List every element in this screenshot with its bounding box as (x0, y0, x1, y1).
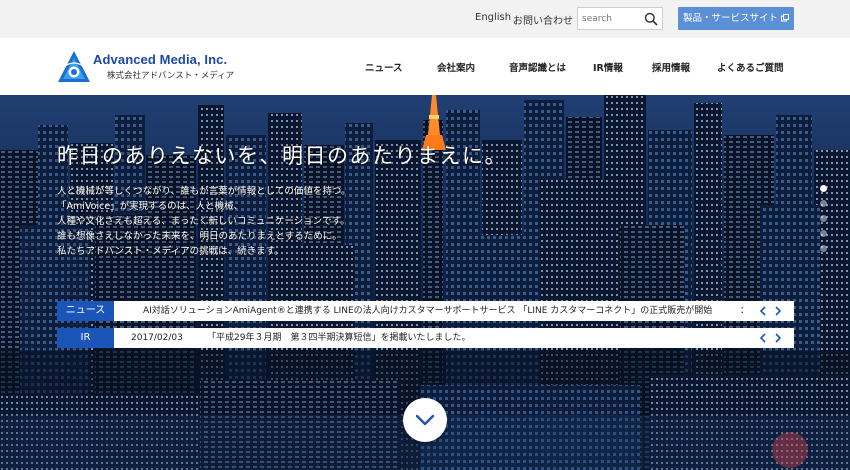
chevron-left-icon[interactable] (757, 305, 769, 317)
company-name-english[interactable]: Advanced Media, Inc. (93, 52, 227, 67)
nav-speech-recognition[interactable]: 音声認識とは (509, 60, 566, 74)
hero-body-line: 人と機械が等しくつながり、誰もが言葉が情報としての価値を持つ。 (57, 186, 351, 197)
scroll-down-button[interactable] (403, 398, 447, 442)
search-box (577, 7, 663, 30)
chevron-down-icon (415, 414, 435, 426)
slide-dot[interactable] (820, 185, 827, 192)
nav-faq[interactable]: よくあるご質問 (717, 60, 784, 74)
hero-body-line: 私たちアドバンスト・メディアの挑戦は、続きます。 (57, 246, 284, 257)
news-tag: ニュース (57, 301, 114, 321)
company-name-japanese: 株式会社アドバンスト・メディア (107, 71, 235, 81)
utility-bar: English お問い合わせ 製品・サービスサイト (0, 0, 850, 39)
nav-careers[interactable]: 採用情報 (652, 60, 690, 74)
nav-news[interactable]: ニュース (365, 60, 403, 74)
hero-body-line: 「AmiVoice」が実現するのは、人と機械、 (57, 201, 244, 212)
chevron-left-icon[interactable] (757, 332, 769, 344)
slide-dot[interactable] (820, 230, 827, 237)
external-link-icon (781, 14, 789, 22)
news-ticker: ニュース AI対話ソリューションAmiAgent®と連携する LINEの法人向け… (57, 301, 794, 321)
news-trailing-mark: ： (740, 306, 750, 316)
nav-company[interactable]: 会社案内 (437, 60, 475, 74)
chevron-right-icon[interactable] (772, 332, 784, 344)
product-site-label: 製品・サービスサイト (682, 13, 778, 24)
chevron-right-icon[interactable] (772, 305, 784, 317)
search-input[interactable] (582, 11, 640, 26)
nav-ir[interactable]: IR情報 (593, 60, 623, 74)
slide-dot[interactable] (820, 200, 827, 207)
hero-headline: 昨日のありえないを、明日のあたりまえに。 (57, 144, 507, 168)
slide-dot[interactable] (820, 215, 827, 222)
hero-body-line: 誰も想像さえしなかった未来を、明日のあたりまえとするために。 (57, 231, 342, 242)
news-headline-link[interactable]: AI対話ソリューションAmiAgent®と連携する LINEの法人向けカスタマー… (143, 301, 712, 321)
product-site-button[interactable]: 製品・サービスサイト (678, 7, 794, 30)
company-logo-icon[interactable] (56, 49, 92, 85)
search-icon[interactable] (644, 12, 658, 26)
ir-date: 2017/02/03 (131, 333, 183, 343)
ir-headline-link[interactable]: 「平成29年３月期 第３四半期決算短信」を掲載いたしました。 (207, 328, 470, 348)
ir-ticker: IR 2017/02/03 「平成29年３月期 第３四半期決算短信」を掲載いたし… (57, 328, 794, 348)
ir-tag: IR (57, 328, 114, 348)
english-link[interactable]: English (475, 12, 511, 23)
hero-body-line: 人種や文化さえも超える、まったく新しいコミュニケーションです。 (57, 216, 350, 227)
contact-link[interactable]: お問い合わせ (513, 12, 573, 27)
slide-dot[interactable] (820, 245, 827, 252)
